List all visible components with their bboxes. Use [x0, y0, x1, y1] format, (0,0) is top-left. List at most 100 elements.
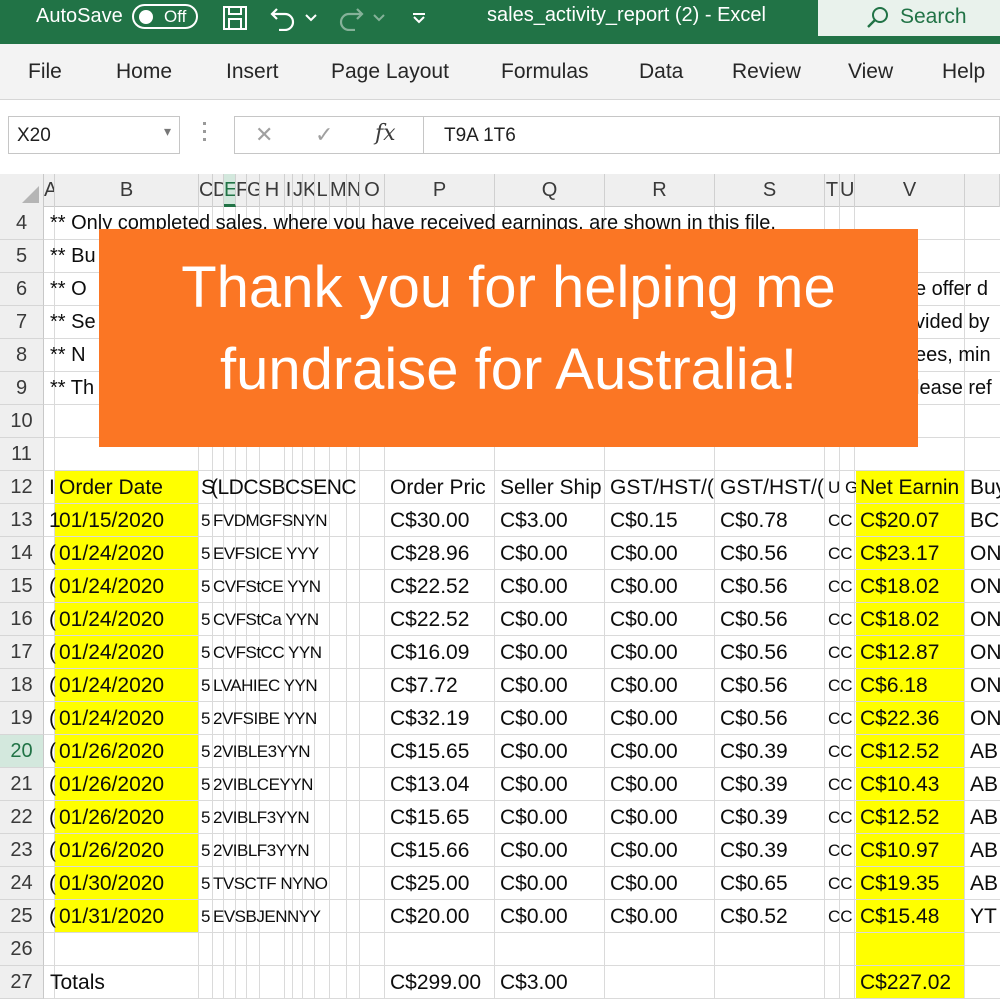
row-header-17[interactable]: 17 [0, 636, 44, 669]
row-header-7[interactable]: 7 [0, 306, 44, 339]
cell-c[interactable]: 5 [201, 834, 210, 867]
cell-c[interactable]: 5 [201, 900, 210, 933]
seller-ship-cell[interactable]: C$0.00 [500, 801, 568, 834]
column-header-t[interactable]: T [825, 174, 840, 207]
column-header-m[interactable]: M [330, 174, 347, 207]
column-header-d[interactable]: D [213, 174, 224, 207]
gst-hst-cell-s[interactable]: C$0.56 [720, 570, 788, 603]
row-header-11[interactable]: 11 [0, 438, 44, 471]
seller-ship-cell[interactable]: C$0.00 [500, 669, 568, 702]
gst-hst-cell-s[interactable]: C$0.56 [720, 603, 788, 636]
cells-t-u[interactable]: CC [828, 735, 856, 768]
order-date-cell[interactable]: 01/24/2020 [59, 636, 164, 669]
cells-t-u[interactable]: CC [828, 504, 856, 537]
cells-t-u[interactable]: CC [828, 801, 856, 834]
gst-hst-cell-s[interactable]: C$0.39 [720, 834, 788, 867]
cell-a[interactable]: ( [49, 768, 56, 801]
tab-file[interactable]: File [28, 60, 62, 84]
buyer-cell[interactable]: ON [970, 702, 1000, 735]
cells-d-to-o[interactable]: 2VIBLE3YYN [213, 735, 385, 768]
cell-a[interactable]: ( [49, 669, 56, 702]
header-cell-a[interactable]: I [49, 471, 55, 504]
row-header-20[interactable]: 20 [0, 735, 44, 768]
net-earnings-cell[interactable]: C$18.02 [860, 603, 939, 636]
autosave-toggle[interactable]: Off [132, 4, 198, 29]
gst-hst-cell-s[interactable]: C$0.56 [720, 537, 788, 570]
header-gst-hst-r[interactable]: GST/HST/( [610, 471, 716, 504]
column-header-k[interactable]: K [303, 174, 315, 207]
row-header-23[interactable]: 23 [0, 834, 44, 867]
column-header-n[interactable]: N [347, 174, 360, 207]
order-date-cell[interactable]: 01/24/2020 [59, 570, 164, 603]
header-order-date[interactable]: Order Date [59, 471, 163, 504]
buyer-cell[interactable]: YT [970, 900, 1000, 933]
order-price-cell[interactable]: C$30.00 [390, 504, 469, 537]
tab-formulas[interactable]: Formulas [501, 60, 589, 84]
order-date-cell[interactable]: 01/31/2020 [59, 900, 164, 933]
seller-ship-cell[interactable]: C$0.00 [500, 735, 568, 768]
gst-hst-cell-r[interactable]: C$0.00 [610, 702, 678, 735]
tab-data[interactable]: Data [639, 60, 683, 84]
cell-a[interactable]: ( [49, 603, 56, 636]
buyer-cell[interactable]: AB [970, 768, 1000, 801]
header-seller-ship[interactable]: Seller Ship [500, 471, 606, 504]
total-seller-ship[interactable]: C$3.00 [500, 966, 568, 999]
gst-hst-cell-s[interactable]: C$0.65 [720, 867, 788, 900]
seller-ship-cell[interactable]: C$0.00 [500, 900, 568, 933]
cell-a[interactable]: ( [49, 537, 56, 570]
row-header-26[interactable]: 26 [0, 933, 44, 966]
cell-c[interactable]: 5 [201, 537, 210, 570]
cell-a[interactable]: ( [49, 636, 56, 669]
column-header-v[interactable]: V [855, 174, 965, 207]
enter-icon[interactable]: ✓ [315, 122, 333, 148]
column-header-q[interactable]: Q [495, 174, 605, 207]
net-earnings-cell[interactable]: C$12.87 [860, 636, 939, 669]
cell-a[interactable]: ( [49, 834, 56, 867]
column-header-w[interactable] [965, 174, 1000, 207]
gst-hst-cell-r[interactable]: C$0.00 [610, 537, 678, 570]
cell-c[interactable]: 5 [201, 669, 210, 702]
gst-hst-cell-r[interactable]: C$0.00 [610, 900, 678, 933]
cell-c[interactable]: 5 [201, 702, 210, 735]
cells-t-u[interactable]: CC [828, 900, 856, 933]
seller-ship-cell[interactable]: C$0.00 [500, 537, 568, 570]
gst-hst-cell-s[interactable]: C$0.78 [720, 504, 788, 537]
order-price-cell[interactable]: C$15.66 [390, 834, 469, 867]
cells-d-to-o[interactable]: 2VFSIBE YYN [213, 702, 385, 735]
cells-d-to-o[interactable]: CVFStCC YYN [213, 636, 385, 669]
cells-d-to-o[interactable]: 2VIBLF3YYN [213, 801, 385, 834]
row-header-5[interactable]: 5 [0, 240, 44, 273]
buyer-cell[interactable]: AB [970, 867, 1000, 900]
seller-ship-cell[interactable]: C$0.00 [500, 768, 568, 801]
row-header-18[interactable]: 18 [0, 669, 44, 702]
formula-input[interactable]: T9A 1T6 [424, 116, 1000, 154]
buyer-cell[interactable]: AB [970, 834, 1000, 867]
column-header-u[interactable]: U [840, 174, 855, 207]
formula-bar-resize-handle[interactable] [203, 122, 207, 148]
header-order-price[interactable]: Order Pric [390, 471, 496, 504]
header-net-earnings[interactable]: Net Earnin [860, 471, 965, 504]
column-header-p[interactable]: P [385, 174, 495, 207]
cell-a[interactable]: ( [49, 570, 56, 603]
cells-d-to-o[interactable]: CVFStCE YYN [213, 570, 385, 603]
cell-c[interactable]: 5 [201, 636, 210, 669]
chevron-down-icon[interactable]: ▾ [164, 123, 171, 140]
redo-dropdown-icon[interactable] [370, 0, 388, 36]
note-row-6[interactable]: ** O [50, 273, 87, 306]
row-header-12[interactable]: 12 [0, 471, 44, 504]
order-date-cell[interactable]: 01/26/2020 [59, 801, 164, 834]
order-price-cell[interactable]: C$28.96 [390, 537, 469, 570]
total-net-earnings[interactable]: C$227.02 [860, 966, 951, 999]
cells-d-to-o[interactable]: 2VIBLCEYYN [213, 768, 385, 801]
column-header-f[interactable]: F [236, 174, 247, 207]
header-buyer[interactable]: Buy [970, 471, 1000, 504]
gst-hst-cell-s[interactable]: C$0.39 [720, 735, 788, 768]
insert-function-icon[interactable]: fx [375, 121, 396, 146]
column-header-o[interactable]: O [360, 174, 385, 207]
order-price-cell[interactable]: C$25.00 [390, 867, 469, 900]
net-earnings-cell[interactable]: C$22.36 [860, 702, 939, 735]
note-row-5[interactable]: ** Bu [50, 240, 96, 273]
header-cells-t-u[interactable]: U G [828, 471, 856, 504]
buyer-cell[interactable]: ON [970, 603, 1000, 636]
note-row-6-overflow[interactable]: e offer d [915, 273, 988, 306]
